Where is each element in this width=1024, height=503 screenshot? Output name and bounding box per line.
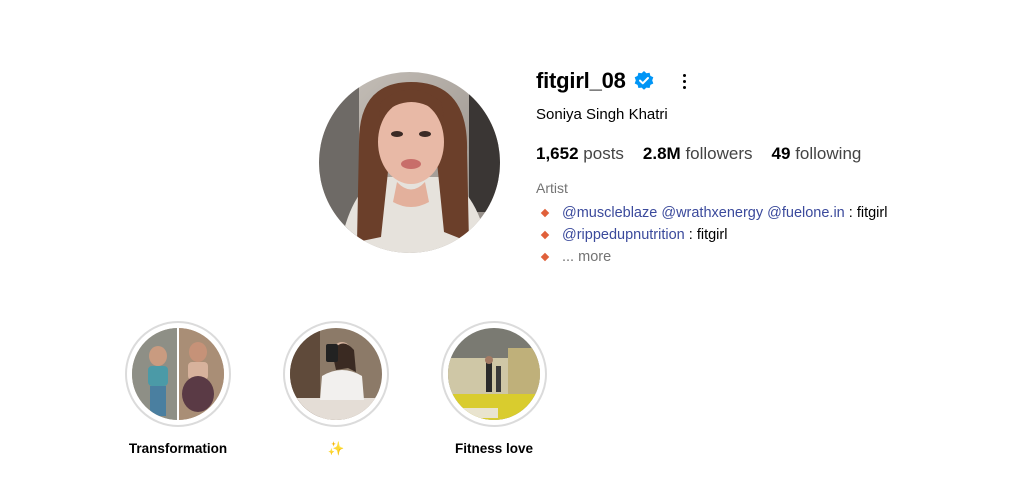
bio-more-link[interactable]: ... more [562, 246, 611, 268]
bio-line: @rippedupnutrition : fitgirl [540, 224, 887, 246]
profile-photo [319, 72, 500, 253]
username: fitgirl_08 [536, 68, 626, 93]
mention-link[interactable]: @rippedupnutrition [562, 224, 685, 246]
diamond-bullet-icon [540, 230, 550, 240]
highlight-sparkles[interactable]: ✨ [281, 321, 391, 457]
verified-badge-icon [634, 71, 654, 91]
diamond-bullet-icon [540, 252, 550, 262]
bio: @muscleblaze @wrathxenergy @fuelone.in :… [540, 202, 887, 268]
profile-stats: 1,652 posts 2.8M followers 49 following [536, 144, 861, 164]
highlight-ring [125, 321, 231, 427]
full-name: Soniya Singh Khatri [536, 106, 668, 123]
posts-count: 1,652 [536, 144, 579, 163]
profile-avatar[interactable] [319, 72, 500, 253]
highlight-ring [283, 321, 389, 427]
highlight-ring [441, 321, 547, 427]
bio-text: : fitgirl [848, 205, 888, 221]
highlight-cover [448, 328, 540, 420]
following-count: 49 [771, 144, 791, 163]
highlight-label: Transformation [128, 441, 228, 456]
profile-category: Artist [536, 180, 568, 196]
bio-line: @muscleblaze @wrathxenergy @fuelone.in :… [540, 202, 887, 224]
posts-label: posts [583, 144, 624, 163]
highlight-label: ✨ [327, 441, 345, 456]
highlight-cover [132, 328, 224, 420]
followers-label: followers [685, 144, 753, 163]
highlight-fitness-love[interactable]: Fitness love [439, 321, 549, 456]
following-label: following [795, 144, 862, 163]
mention-link[interactable]: @wrathxenergy [661, 202, 763, 224]
following-stat[interactable]: 49 following [772, 144, 862, 164]
diamond-bullet-icon [540, 208, 550, 218]
mention-link[interactable]: @muscleblaze [562, 202, 657, 224]
highlight-cover [290, 328, 382, 420]
username-row: fitgirl_08 [536, 66, 694, 96]
highlight-transformation[interactable]: Transformation [123, 321, 233, 456]
mention-link[interactable]: @fuelone.in [767, 202, 845, 224]
highlight-label: Fitness love [454, 441, 534, 456]
followers-count: 2.8M [642, 144, 681, 163]
bio-line: ... more [540, 246, 887, 268]
bio-text: : fitgirl [688, 227, 728, 243]
followers-stat[interactable]: 2.8M followers [643, 144, 753, 164]
posts-stat: 1,652 posts [536, 144, 624, 164]
more-options-icon[interactable] [676, 70, 694, 92]
